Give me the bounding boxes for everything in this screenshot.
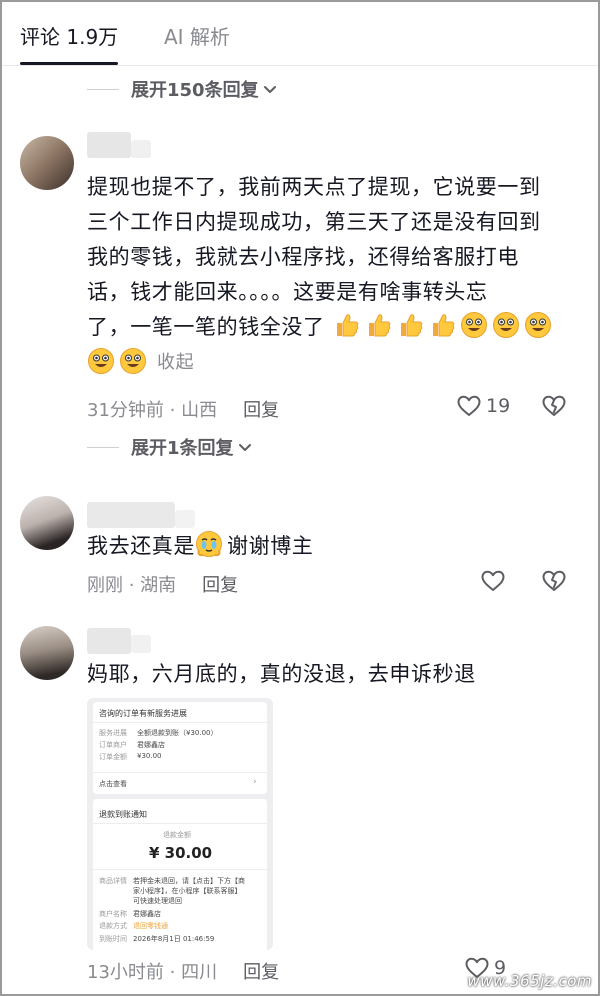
field-value: 君娜鑫店 [137,741,165,749]
service-progress-panel: 咨询的订单有新服务进展 服务进展 全额退款到账（¥30.00） 订单商户 君娜鑫… [93,702,267,794]
field-value: 全额退款到账（¥30.00） [137,729,218,737]
field-label: 服务进展 [99,729,127,737]
broken-heart-icon[interactable] [541,569,567,593]
divider-line [93,772,267,773]
broken-heart-icon[interactable] [541,394,567,418]
field-value: 可快速处理退回 [133,897,182,905]
reply-button[interactable]: 回复 [243,958,279,984]
chevron-right-icon: › [253,777,257,787]
divider-line [87,88,119,90]
tab-active-indicator [20,62,118,65]
avatar[interactable] [20,626,74,680]
thumbs-up-emoji-icon [336,314,359,337]
comment-time-location: 刚刚 · 湖南 [87,575,177,596]
comment-text: 妈耶，六月底的，真的没退，去申诉秒退 [87,662,476,686]
comment-line: 了，一笔一笔的钱全没了 [87,315,325,339]
username-blurred[interactable] [87,628,131,654]
comment-tabs: 评论 1.9万 AI 解析 [0,0,600,66]
comment-text: 我去还真是 谢谢博主 [87,529,577,564]
chevron-down-icon [238,444,251,451]
username-blurred-tail [131,635,151,653]
comment-line: 我的零钱，我就去小程序找，还得给客服打电 [87,245,519,269]
expand-replies-label: 展开150条回复 [131,80,259,101]
comment-text-part: 谢谢博主 [227,534,314,558]
divider-line [87,446,119,448]
comment-time-location: 13小时前 · 四川 [87,962,218,983]
thumbs-up-emoji-icon [368,314,391,337]
field-value: 家小程序】，在小程序【联系客服】 [133,887,242,895]
like-button[interactable]: 19 [456,394,510,418]
comment-line: 话，钱才能回来。。。。这要是有啥事转头忘 [87,280,488,304]
comment-text-part: 我去还真是 [87,534,195,558]
expand-replies-button[interactable]: 展开1条回复 [87,434,253,460]
like-count: 19 [486,395,511,417]
view-details-link: 点击查看 [99,780,127,788]
divider-line [93,722,267,723]
collapse-button[interactable]: 收起 [157,352,194,373]
reply-button[interactable]: 回复 [243,396,279,422]
heart-icon [481,570,505,591]
field-label: 订单商户 [99,741,127,749]
comment-image-attachment[interactable]: 咨询的订单有新服务进展 服务进展 全额退款到账（¥30.00） 订单商户 君娜鑫… [87,698,273,950]
expand-replies-button[interactable]: 展开150条回复 [87,76,278,102]
avatar[interactable] [20,496,74,550]
grinning-emoji-icon [460,312,487,338]
grinning-emoji-icon [120,348,146,374]
thumbs-up-emoji-icon [432,314,455,337]
reply-button[interactable]: 回复 [202,571,238,597]
field-label: 退款方式 [99,922,127,930]
panel-title: 咨询的订单有新服务进展 [99,709,187,718]
field-label: 商户名称 [99,910,127,918]
comment-text: 提现也提不了，我前两天点了提现，它说要一到 三个工作日内提现成功，第三天了还是没… [87,170,577,381]
chevron-down-icon [263,86,276,93]
thumbs-up-emoji-icon [400,314,423,337]
avatar[interactable] [20,136,74,190]
username-blurred-tail [175,510,195,528]
comment-meta: 31分钟前 · 山西 回复 [87,396,279,422]
expand-replies-label: 展开1条回复 [131,438,234,459]
heart-icon [457,395,481,416]
watermark: www.365jz.com [467,972,592,990]
grinning-emoji-icon [524,312,551,338]
comment-line: 提现也提不了，我前两天点了提现，它说要一到 [87,175,541,199]
like-button[interactable] [480,569,506,593]
tab-ai-analysis[interactable]: AI 解析 [164,24,230,50]
refund-notice-panel: 退款到账通知 退款金额 ¥ 30.00 商品详情 若押金未退回，请【点击】下方【… [93,799,267,950]
tab-comments[interactable]: 评论 1.9万 [20,24,118,50]
divider-line [93,823,267,824]
username-blurred-tail [131,140,151,158]
comment-time-location: 31分钟前 · 山西 [87,400,218,421]
field-label: 到账时间 [99,935,127,943]
field-value: ¥30.00 [137,752,162,760]
comment-line: 三个工作日内提现成功，第三天了还是没有回到 [87,210,541,234]
field-label: 商品详情 [99,877,127,885]
grinning-emoji-icon [88,348,114,374]
comment-meta: 13小时前 · 四川 回复 [87,958,279,984]
username-blurred[interactable] [87,502,175,528]
username-blurred[interactable] [87,132,131,158]
field-value: 君娜鑫店 [133,910,161,918]
refund-amount: ¥ 30.00 [149,844,213,862]
field-value: 退回零钱通 [133,922,168,930]
field-value: 2026年8月1日 01:46:59 [133,935,215,943]
field-label: 订单金额 [99,753,127,761]
tearful-emoji-icon [196,531,222,557]
refund-amount-label: 退款金额 [163,831,191,839]
field-value: 若押金未退回，请【点击】下方【商 [133,877,245,885]
panel-title: 退款到账通知 [99,810,147,819]
grinning-emoji-icon [492,312,519,338]
comment-meta: 刚刚 · 湖南 回复 [87,571,238,597]
divider-line [93,869,267,870]
